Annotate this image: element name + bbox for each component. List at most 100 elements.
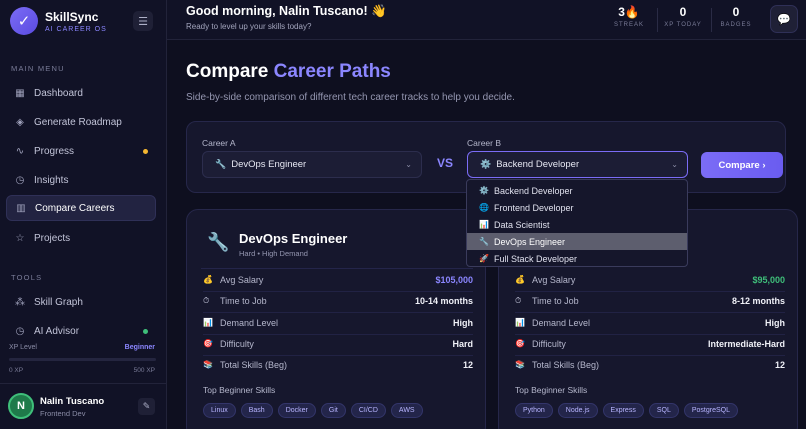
skill-chip[interactable]: Linux xyxy=(203,403,236,418)
target-icon: 🎯 xyxy=(203,339,213,348)
rocket-icon: 🚀 xyxy=(479,254,489,263)
metric-label: Time to Job xyxy=(532,296,579,306)
career-b-value: Backend Developer xyxy=(496,159,580,170)
sidebar-item-label: Dashboard xyxy=(34,87,83,99)
metric-value: 12 xyxy=(462,360,473,370)
metric-value: 10-14 months xyxy=(414,296,473,306)
globe-icon: 🌐 xyxy=(479,203,489,212)
sidebar-item-projects[interactable]: ☆ Projects xyxy=(6,225,156,251)
sidebar-item-progress[interactable]: ∿ Progress xyxy=(6,138,156,164)
page-title-accent: Career Paths xyxy=(273,61,391,82)
skill-chip[interactable]: PostgreSQL xyxy=(683,403,738,418)
brand[interactable]: ✓ SkillSync AI CAREER OS xyxy=(10,7,107,35)
metric-label: Avg Salary xyxy=(532,275,576,285)
xp-label: XP Level xyxy=(9,344,37,351)
dropdown-option-backend-developer[interactable]: ⚙️ Backend Developer xyxy=(467,182,687,199)
status-dot xyxy=(143,328,148,334)
metric-value: 8-12 months xyxy=(731,296,785,306)
skill-chip[interactable]: CI/CD xyxy=(350,403,386,418)
metric-label: Demand Level xyxy=(220,318,279,328)
top-bar: Good morning, Nalin Tuscano! 👋 Ready to … xyxy=(167,0,806,40)
metric-value: High xyxy=(765,318,785,328)
money-bag-icon: 💰 xyxy=(515,275,525,284)
option-label: Backend Developer xyxy=(494,185,573,196)
sidebar-item-generate-roadmap[interactable]: ◈ Generate Roadmap xyxy=(6,109,156,135)
badges-stat: 0 BADGES xyxy=(711,5,761,28)
notification-dot xyxy=(143,148,148,154)
metric-total-skills: 📚 Total Skills (Beg) 12 xyxy=(515,359,785,379)
gear-icon: ⚙️ xyxy=(480,159,492,169)
avatar[interactable]: N xyxy=(8,393,34,419)
wrench-icon: 🔧 xyxy=(207,232,230,252)
metric-label: Difficulty xyxy=(220,339,254,349)
divider xyxy=(515,334,785,335)
gear-icon: ⚙️ xyxy=(479,186,489,195)
divider xyxy=(0,383,167,384)
skill-chip[interactable]: SQL xyxy=(648,403,679,418)
dropdown-option-data-scientist[interactable]: 📊 Data Scientist xyxy=(467,216,687,233)
sidebar: ✓ SkillSync AI CAREER OS ☰ MAIN MENU ▦ D… xyxy=(0,0,167,429)
metric-label: Total Skills (Beg) xyxy=(532,360,600,370)
skill-chip[interactable]: AWS xyxy=(390,403,423,418)
hamburger-icon: ☰ xyxy=(138,15,148,28)
grid-icon: ▦ xyxy=(15,87,25,99)
divider xyxy=(203,355,473,356)
skill-chip[interactable]: Node.js xyxy=(557,403,598,418)
metric-label: Demand Level xyxy=(532,318,591,328)
career-b-select[interactable]: ⚙️ Backend Developer ⌄ xyxy=(467,151,688,178)
wrench-icon: 🔧 xyxy=(479,237,489,246)
skill-chip[interactable]: Git xyxy=(320,403,346,418)
greeting-subtitle: Ready to level up your skills today? xyxy=(186,22,312,31)
skill-chip[interactable]: Express xyxy=(602,403,644,418)
columns-icon: ▥ xyxy=(16,202,26,214)
career-card-a: 🔧 DevOps Engineer Hard • High Demand 💰 A… xyxy=(186,209,486,429)
skill-chips: Linux Bash Docker Git CI/CD AWS xyxy=(203,403,473,418)
metric-value: $105,000 xyxy=(435,275,473,285)
skill-chip[interactable]: Bash xyxy=(240,403,273,418)
layers-icon: ◈ xyxy=(16,116,24,128)
metric-label: Time to Job xyxy=(220,296,267,306)
career-a-select[interactable]: 🔧 DevOps Engineer ⌄ xyxy=(202,151,422,178)
user-role: Frontend Dev xyxy=(40,409,86,418)
sidebar-item-skill-graph[interactable]: ⁂ Skill Graph xyxy=(6,289,156,315)
career-b-dropdown: ⚙️ Backend Developer 🌐 Frontend Develope… xyxy=(466,179,688,267)
books-icon: 📚 xyxy=(515,360,525,369)
dropdown-option-full-stack-developer[interactable]: 🚀 Full Stack Developer xyxy=(467,250,687,267)
chat-button[interactable]: 💬 xyxy=(770,5,798,33)
metric-value: High xyxy=(453,318,473,328)
timer-icon: ⏱ xyxy=(515,296,522,305)
sidebar-item-insights[interactable]: ◷ Insights xyxy=(6,167,156,193)
menu-toggle-button[interactable]: ☰ xyxy=(133,11,153,31)
brand-name: SkillSync xyxy=(45,9,99,24)
divider xyxy=(515,312,785,313)
bar-chart-icon: 📊 xyxy=(203,318,213,327)
dropdown-option-devops-engineer[interactable]: 🔧 DevOps Engineer xyxy=(467,233,687,250)
chat-icon: 💬 xyxy=(777,13,791,26)
edit-profile-button[interactable]: ✎ xyxy=(138,398,155,415)
divider xyxy=(203,291,473,292)
vs-label: VS xyxy=(437,156,454,170)
sidebar-item-compare-careers[interactable]: ▥ Compare Careers xyxy=(6,195,156,221)
badges-value: 0 xyxy=(732,5,740,19)
chevron-down-icon: ⌄ xyxy=(405,160,412,169)
sidebar-item-label: AI Advisor xyxy=(34,325,80,337)
skill-chip[interactable]: Python xyxy=(515,403,553,418)
xp-today-value: 0 xyxy=(679,5,687,19)
metric-label: Total Skills (Beg) xyxy=(220,360,288,370)
option-label: DevOps Engineer xyxy=(494,236,566,247)
sidebar-item-ai-advisor[interactable]: ◷ AI Advisor xyxy=(6,318,156,344)
sidebar-item-label: Projects xyxy=(34,232,71,244)
sidebar-item-dashboard[interactable]: ▦ Dashboard xyxy=(6,80,156,106)
metric-value: $95,000 xyxy=(752,275,785,285)
streak-value: 3🔥 xyxy=(618,5,640,19)
skill-chip[interactable]: Docker xyxy=(277,403,316,418)
dropdown-option-frontend-developer[interactable]: 🌐 Frontend Developer xyxy=(467,199,687,216)
metric-label: Avg Salary xyxy=(220,275,264,285)
metric-label: Difficulty xyxy=(532,339,566,349)
option-label: Frontend Developer xyxy=(494,202,574,213)
metric-value: Intermediate-Hard xyxy=(707,339,785,349)
divider xyxy=(515,355,785,356)
metric-value: 12 xyxy=(774,360,785,370)
edit-icon: ✎ xyxy=(142,401,151,411)
compare-button[interactable]: Compare › xyxy=(701,152,783,178)
